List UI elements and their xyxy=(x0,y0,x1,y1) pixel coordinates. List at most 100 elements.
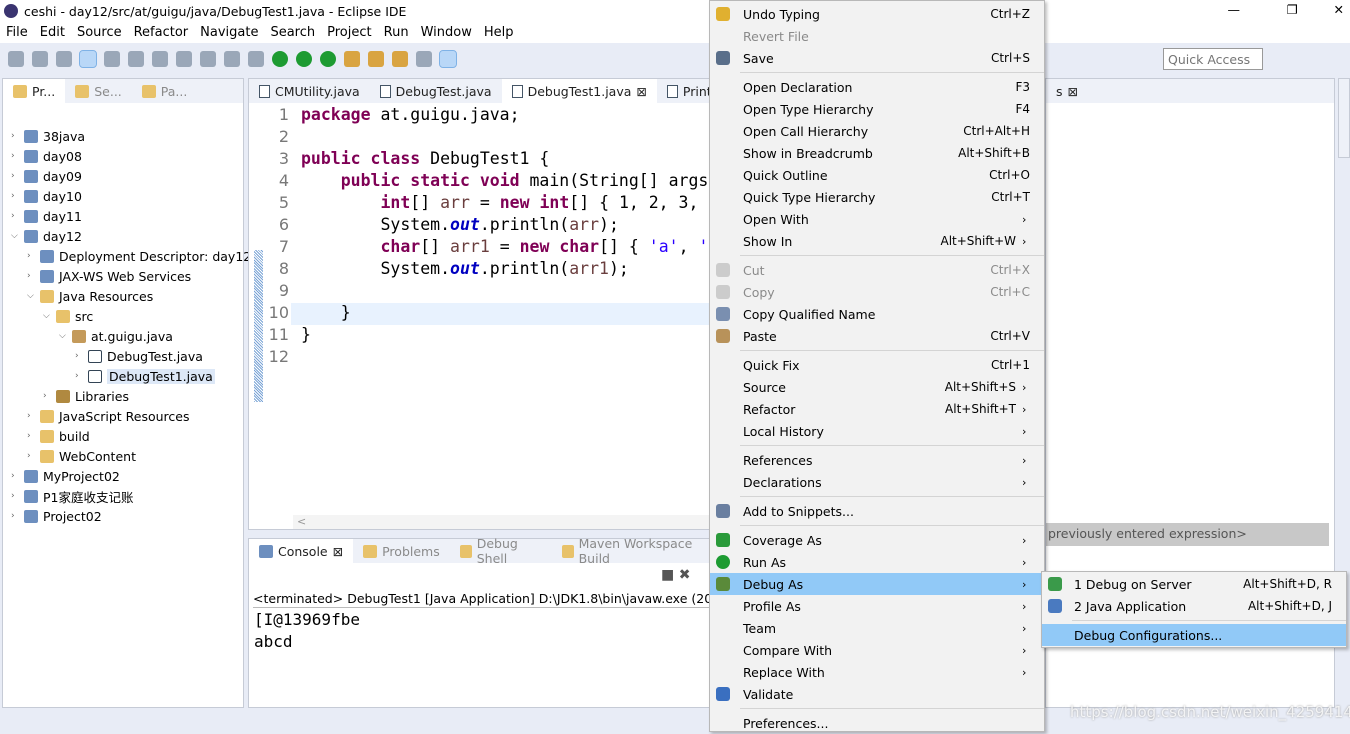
minimize-icon[interactable]: — xyxy=(1228,2,1241,17)
chevron-down-icon[interactable]: ⌵ xyxy=(11,231,19,241)
menu-window[interactable]: Window xyxy=(421,25,472,40)
chevron-right-icon[interactable]: › xyxy=(27,411,35,421)
left-tab-2[interactable]: Pa... xyxy=(132,79,198,103)
menu-item-quick-outline[interactable]: Quick Outline Ctrl+O xyxy=(710,164,1044,186)
menu-item-copy[interactable]: Copy Ctrl+C xyxy=(710,281,1044,303)
chevron-right-icon[interactable]: › xyxy=(75,351,83,361)
tree-item[interactable]: › day10 xyxy=(11,186,82,206)
terminate-icon[interactable] xyxy=(176,51,192,67)
close-tab-icon[interactable]: ⊠ xyxy=(1068,84,1078,99)
chevron-right-icon[interactable]: › xyxy=(11,511,19,521)
step-over-icon[interactable] xyxy=(248,51,264,67)
tree-item[interactable]: ⌵ day12 xyxy=(11,226,82,246)
menu-item-declarations[interactable]: Declarations › xyxy=(710,471,1044,493)
menu-item-coverage-as[interactable]: Coverage As › xyxy=(710,529,1044,551)
menu-item-cut[interactable]: Cut Ctrl+X xyxy=(710,259,1044,281)
tree-item[interactable]: › 38java xyxy=(11,126,85,146)
console-tab[interactable]: Console ⊠ xyxy=(249,539,354,563)
close-tab-icon[interactable]: ⊠ xyxy=(636,84,646,99)
chevron-down-icon[interactable]: ⌵ xyxy=(59,331,67,341)
editor-horizontal-scrollbar[interactable]: < xyxy=(293,515,713,529)
menu-search[interactable]: Search xyxy=(270,25,315,40)
chevron-right-icon[interactable]: › xyxy=(11,131,19,141)
tree-item[interactable]: › P1家庭收支记账 xyxy=(11,486,134,506)
close-icon[interactable]: ✕ xyxy=(1334,2,1344,17)
run-icon[interactable] xyxy=(296,51,312,67)
resume-icon[interactable] xyxy=(128,51,144,67)
tree-item[interactable]: › Project02 xyxy=(11,506,102,526)
chevron-right-icon[interactable]: › xyxy=(27,251,35,261)
chevron-right-icon[interactable]: › xyxy=(11,171,19,181)
quick-access-input[interactable] xyxy=(1163,48,1263,70)
menu-item-references[interactable]: References › xyxy=(710,449,1044,471)
console-tab[interactable]: Debug Shell xyxy=(450,536,552,566)
tree-item[interactable]: › day08 xyxy=(11,146,82,166)
menu-item-quick-type-hierarchy[interactable]: Quick Type Hierarchy Ctrl+T xyxy=(710,186,1044,208)
chevron-right-icon[interactable]: › xyxy=(11,151,19,161)
close-tab-icon[interactable]: ⊠ xyxy=(333,544,343,559)
expression-input[interactable]: previously entered expression> xyxy=(1046,523,1329,546)
editor-tab[interactable]: DebugTest.java xyxy=(370,79,502,103)
restore-icon[interactable]: ❐ xyxy=(1287,2,1298,17)
tree-item[interactable]: › DebugTest1.java xyxy=(75,366,215,386)
new-icon[interactable] xyxy=(8,51,24,67)
chevron-right-icon[interactable]: › xyxy=(11,471,19,481)
debug-icon[interactable] xyxy=(272,51,288,67)
menu-item-open-call-hierarchy[interactable]: Open Call Hierarchy Ctrl+Alt+H xyxy=(710,120,1044,142)
tree-item[interactable]: › MyProject02 xyxy=(11,466,120,486)
console-tab[interactable]: Maven Workspace Build xyxy=(552,536,717,566)
chevron-right-icon[interactable]: › xyxy=(11,491,19,501)
menu-item-team[interactable]: Team › xyxy=(710,617,1044,639)
search-icon[interactable] xyxy=(416,51,432,67)
toggle-mark-occurrences-icon[interactable] xyxy=(439,50,457,68)
menu-item-paste[interactable]: Paste Ctrl+V xyxy=(710,325,1044,347)
open-type-icon[interactable] xyxy=(368,51,384,67)
external-tools-icon[interactable] xyxy=(344,51,360,67)
tree-item[interactable]: › day11 xyxy=(11,206,82,226)
save-all-icon[interactable] xyxy=(56,51,72,67)
terminal-icon[interactable] xyxy=(79,50,97,68)
menu-item-2-java-application[interactable]: 2 Java Application Alt+Shift+D, J xyxy=(1042,595,1346,617)
menu-item-debug-as[interactable]: Debug As › xyxy=(710,573,1044,595)
tree-item[interactable]: › Libraries xyxy=(43,386,129,406)
chevron-right-icon[interactable]: › xyxy=(11,211,19,221)
menu-item-compare-with[interactable]: Compare With › xyxy=(710,639,1044,661)
menu-item-copy-qualified-name[interactable]: Copy Qualified Name xyxy=(710,303,1044,325)
menu-file[interactable]: File xyxy=(6,25,28,40)
console-tab[interactable]: Problems xyxy=(353,539,450,563)
menu-run[interactable]: Run xyxy=(384,25,409,40)
menu-item-replace-with[interactable]: Replace With › xyxy=(710,661,1044,683)
menu-item-debug-configurations[interactable]: Debug Configurations... xyxy=(1042,624,1346,646)
suspend-icon[interactable] xyxy=(152,51,168,67)
chevron-right-icon[interactable]: › xyxy=(43,391,51,401)
menu-source[interactable]: Source xyxy=(77,25,122,40)
open-task-icon[interactable] xyxy=(392,51,408,67)
code-area[interactable]: 1 package at.guigu.java; 2 3 public class De… xyxy=(255,105,719,395)
menu-item-profile-as[interactable]: Profile As › xyxy=(710,595,1044,617)
tree-item[interactable]: ⌵ Java Resources xyxy=(27,286,153,306)
menu-edit[interactable]: Edit xyxy=(40,25,65,40)
disconnect-icon[interactable] xyxy=(200,51,216,67)
tree-item[interactable]: ⌵ at.guigu.java xyxy=(59,326,173,346)
tree-item[interactable]: › DebugTest.java xyxy=(75,346,203,366)
menu-navigate[interactable]: Navigate xyxy=(200,25,258,40)
save-icon[interactable] xyxy=(32,51,48,67)
menu-item-add-to-snippets[interactable]: Add to Snippets... xyxy=(710,500,1044,522)
chevron-right-icon[interactable]: › xyxy=(27,451,35,461)
menu-item-open-with[interactable]: Open With › xyxy=(710,208,1044,230)
chevron-down-icon[interactable]: ⌵ xyxy=(27,291,35,301)
terminate-icon[interactable]: ■ ✖ xyxy=(661,567,690,583)
menu-item-undo-typing[interactable]: Undo Typing Ctrl+Z xyxy=(710,3,1044,25)
tree-item[interactable]: › Deployment Descriptor: day12 xyxy=(27,246,251,266)
tree-item[interactable]: › build xyxy=(27,426,90,446)
menu-refactor[interactable]: Refactor xyxy=(134,25,189,40)
menu-item-run-as[interactable]: Run As › xyxy=(710,551,1044,573)
menu-item-validate[interactable]: Validate xyxy=(710,683,1044,705)
chevron-right-icon[interactable]: › xyxy=(75,371,83,381)
tree-item[interactable]: › JAX-WS Web Services xyxy=(27,266,191,286)
menu-item-open-type-hierarchy[interactable]: Open Type Hierarchy F4 xyxy=(710,98,1044,120)
menu-project[interactable]: Project xyxy=(327,25,371,40)
chevron-right-icon[interactable]: › xyxy=(11,191,19,201)
menu-item-preferences[interactable]: Preferences... xyxy=(710,712,1044,734)
menu-item-show-in[interactable]: Show In Alt+Shift+W › xyxy=(710,230,1044,252)
